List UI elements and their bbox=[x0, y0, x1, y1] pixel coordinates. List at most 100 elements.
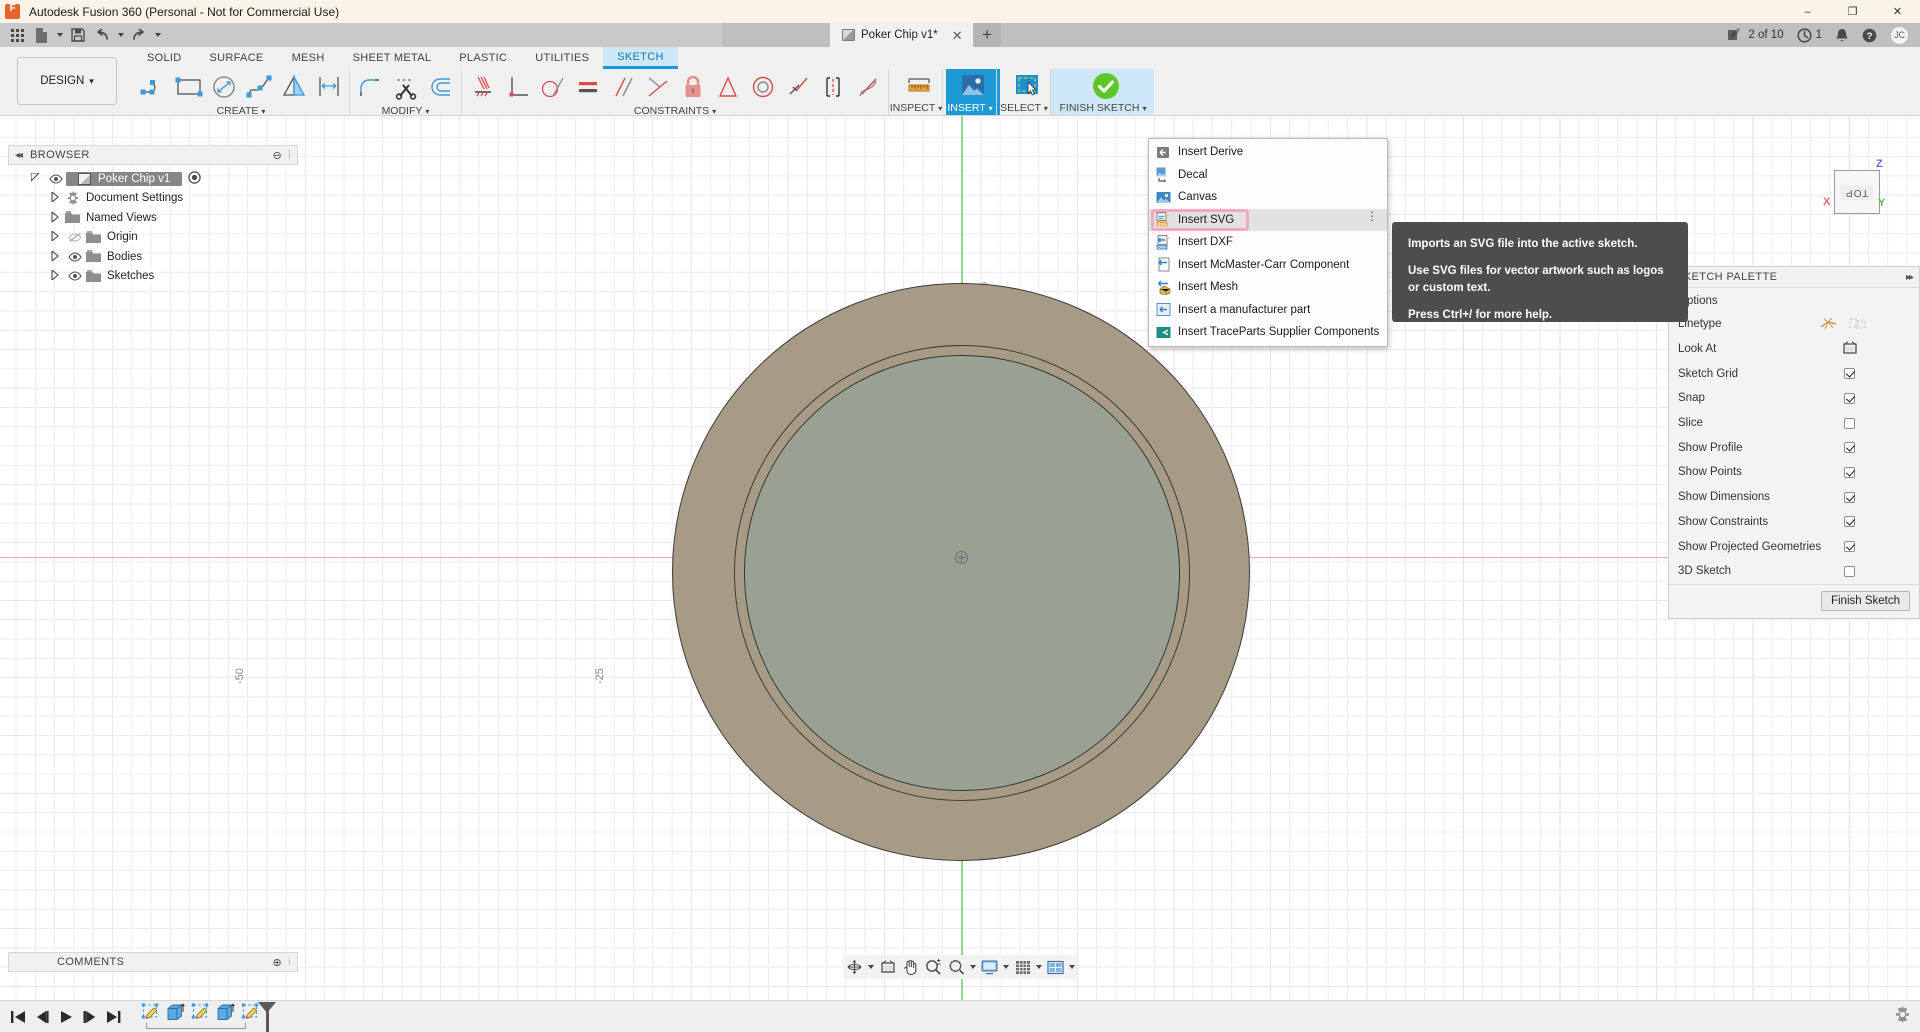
show-projected-geometries-checkbox[interactable] bbox=[1844, 541, 1855, 552]
visibility-eye-icon[interactable] bbox=[45, 174, 66, 184]
tab-utilities[interactable]: UTILITIES bbox=[521, 47, 603, 69]
curvature-constraint-icon[interactable] bbox=[815, 69, 850, 105]
panel-finish-sketch[interactable]: FINISH SKETCH ▾ bbox=[1050, 69, 1154, 115]
midpoint-constraint-icon[interactable] bbox=[640, 69, 675, 105]
step-back-icon[interactable] bbox=[30, 1002, 54, 1032]
palette-row-show-projected-geometries[interactable]: Show Projected Geometries bbox=[1669, 534, 1919, 559]
viewports-icon[interactable] bbox=[1044, 955, 1067, 979]
tab-mesh[interactable]: MESH bbox=[278, 47, 339, 69]
construction-line-icon[interactable] bbox=[1820, 316, 1837, 333]
fix-constraint-icon[interactable] bbox=[465, 69, 500, 105]
collapse-browser-icon[interactable]: ◂◂ bbox=[15, 150, 21, 161]
concentric-constraint-icon[interactable] bbox=[745, 69, 780, 105]
undo-icon[interactable] bbox=[91, 25, 113, 45]
3d-sketch-checkbox[interactable] bbox=[1844, 566, 1855, 577]
poker-chip-inner-circle[interactable] bbox=[744, 355, 1180, 791]
spline-tool-icon[interactable] bbox=[241, 69, 276, 105]
browser-item-bodies[interactable]: Bodies bbox=[8, 247, 298, 267]
active-component-icon[interactable] bbox=[188, 171, 201, 187]
menu-item-insert-traceparts[interactable]: Insert TraceParts Supplier Components bbox=[1149, 321, 1387, 344]
finish-sketch-button[interactable]: Finish Sketch bbox=[1821, 591, 1910, 611]
play-icon[interactable] bbox=[54, 1002, 78, 1032]
look-at-icon[interactable] bbox=[1842, 341, 1858, 358]
grid-snaps-icon[interactable] bbox=[1011, 955, 1034, 979]
go-to-end-icon[interactable] bbox=[102, 1002, 126, 1032]
document-tab-poker-chip[interactable]: Poker Chip v1* ✕ bbox=[830, 23, 974, 47]
view-cube[interactable]: TOP Z X Y bbox=[1826, 160, 1888, 222]
new-tab-button[interactable]: + bbox=[974, 23, 1001, 47]
panel-select[interactable]: SELECT ▾ bbox=[996, 69, 1050, 115]
workspace-switcher[interactable]: DESIGN ▾ bbox=[17, 57, 117, 105]
tab-solid[interactable]: SOLID bbox=[133, 47, 196, 69]
tab-sheet-metal[interactable]: SHEET METAL bbox=[339, 47, 446, 69]
show-dimensions-checkbox[interactable] bbox=[1844, 492, 1855, 503]
palette-row-show-constraints[interactable]: Show Constraints bbox=[1669, 510, 1919, 535]
expander-collapsed-icon[interactable] bbox=[45, 270, 64, 282]
menu-item-decal[interactable]: Decal bbox=[1149, 164, 1387, 187]
panel-insert[interactable]: INSERT ▾ bbox=[942, 69, 996, 115]
fit-view-caret[interactable] bbox=[968, 955, 978, 979]
expander-collapsed-icon[interactable] bbox=[45, 192, 64, 204]
timeline-settings-gear-icon[interactable] bbox=[1894, 1006, 1911, 1028]
browser-item-sketches[interactable]: Sketches bbox=[8, 267, 298, 287]
expander-expanded-icon[interactable] bbox=[26, 173, 45, 184]
new-document-icon[interactable] bbox=[30, 25, 52, 45]
sketch-grid-checkbox[interactable] bbox=[1844, 368, 1855, 379]
panel-select-label[interactable]: SELECT ▾ bbox=[997, 102, 1051, 114]
panel-inspect-label[interactable]: INSPECT ▾ bbox=[889, 102, 943, 114]
sketch-origin-point[interactable] bbox=[955, 551, 968, 564]
circle-tool-icon[interactable] bbox=[206, 69, 241, 105]
tangent-constraint-icon[interactable] bbox=[535, 69, 570, 105]
panel-insert-label[interactable]: INSERT ▾ bbox=[943, 102, 997, 114]
app-grid-icon[interactable] bbox=[6, 25, 28, 45]
line-tool-icon[interactable] bbox=[136, 69, 171, 105]
expander-collapsed-icon[interactable] bbox=[45, 231, 64, 243]
timeline-feature-extrude[interactable] bbox=[213, 1002, 238, 1024]
notifications-button[interactable] bbox=[1835, 28, 1849, 43]
palette-row-look-at[interactable]: Look At bbox=[1669, 337, 1919, 362]
expand-palette-icon[interactable]: ▸▸ bbox=[1906, 272, 1912, 283]
recent-history[interactable]: 1 bbox=[1797, 28, 1822, 43]
offset-tool-icon[interactable] bbox=[423, 69, 458, 105]
orbit-icon[interactable] bbox=[843, 955, 866, 979]
undo-caret[interactable] bbox=[115, 25, 126, 45]
snap-checkbox[interactable] bbox=[1844, 393, 1855, 404]
fillet-tool-icon[interactable] bbox=[353, 69, 388, 105]
tab-sketch[interactable]: SKETCH bbox=[603, 47, 677, 69]
palette-row-show-points[interactable]: Show Points bbox=[1669, 460, 1919, 485]
comments-panel-header[interactable]: COMMENTS ⊕ ⦙ bbox=[8, 952, 298, 972]
redo-icon[interactable] bbox=[128, 25, 150, 45]
visibility-hidden-icon[interactable] bbox=[64, 232, 85, 243]
look-at-nav-icon[interactable] bbox=[876, 955, 899, 979]
dimension-tool-icon[interactable] bbox=[311, 69, 346, 105]
tab-surface[interactable]: SURFACE bbox=[196, 47, 278, 69]
expander-collapsed-icon[interactable] bbox=[45, 212, 64, 224]
browser-minus-icon[interactable]: ⊖ bbox=[273, 149, 283, 162]
close-button[interactable]: ✕ bbox=[1875, 0, 1920, 23]
menu-item-insert-mcmaster-carr[interactable]: Insert McMaster-Carr Component bbox=[1149, 254, 1387, 277]
new-document-caret[interactable] bbox=[54, 25, 65, 45]
maximize-button[interactable]: ❐ bbox=[1830, 0, 1875, 23]
perpendicular-constraint-icon[interactable] bbox=[500, 69, 535, 105]
browser-item-named-views[interactable]: Named Views bbox=[8, 208, 298, 228]
mirror-tool-icon[interactable] bbox=[276, 69, 311, 105]
show-constraints-checkbox[interactable] bbox=[1844, 516, 1855, 527]
close-tab-icon[interactable]: ✕ bbox=[952, 29, 963, 42]
palette-row-snap[interactable]: Snap bbox=[1669, 386, 1919, 411]
expander-collapsed-icon[interactable] bbox=[45, 251, 64, 263]
browser-item-origin[interactable]: Origin bbox=[8, 228, 298, 248]
view-cube-top-face[interactable]: TOP bbox=[1834, 170, 1880, 214]
fit-view-icon[interactable] bbox=[945, 955, 968, 979]
panel-finish-label[interactable]: FINISH SKETCH ▾ bbox=[1051, 102, 1155, 114]
timeline-feature-sketch[interactable] bbox=[138, 1002, 163, 1024]
orbit-caret[interactable] bbox=[866, 955, 876, 979]
menu-item-canvas[interactable]: Canvas bbox=[1149, 186, 1387, 209]
browser-grip-icon[interactable]: ⦙ bbox=[288, 149, 291, 162]
centerline-icon[interactable] bbox=[1849, 316, 1866, 333]
menu-item-overflow-icon[interactable]: ⋮ bbox=[1366, 213, 1378, 220]
browser-header[interactable]: ◂◂ BROWSER ⊖ ⦙ bbox=[8, 145, 298, 165]
palette-row-show-dimensions[interactable]: Show Dimensions bbox=[1669, 485, 1919, 510]
timeline-feature-extrude[interactable] bbox=[163, 1002, 188, 1024]
collinear-constraint-icon[interactable] bbox=[780, 69, 815, 105]
palette-row-3d-sketch[interactable]: 3D Sketch bbox=[1669, 559, 1919, 584]
